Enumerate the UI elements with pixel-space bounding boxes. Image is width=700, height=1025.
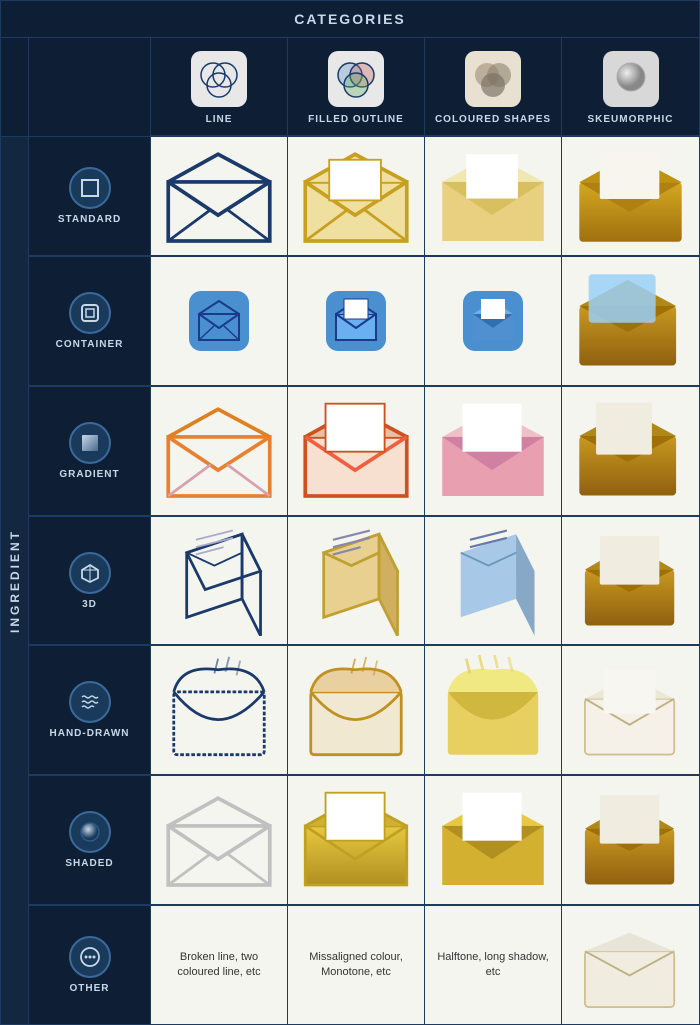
hand-drawn-icon <box>69 681 111 723</box>
row-standard: STANDARD <box>29 137 699 257</box>
coloured-shapes-col-icon <box>462 48 524 110</box>
cell-3d-coloured-shapes <box>425 517 562 646</box>
cell-container-coloured-shapes <box>425 257 562 386</box>
cell-other-line: Broken line, two coloured line, etc <box>151 906 288 1024</box>
line-col-icon <box>188 48 250 110</box>
cell-standard-coloured-shapes <box>425 137 562 256</box>
col-header-filled-outline: FILLED OUTLINE <box>288 38 425 136</box>
col-header-line: LINE <box>151 38 288 136</box>
rows-container: STANDARD <box>29 137 699 1024</box>
cell-other-skeumorphic <box>562 906 699 1024</box>
cell-gradient-line <box>151 387 288 516</box>
row-shaded: SHADED <box>29 776 699 906</box>
cell-shaded-coloured-shapes <box>425 776 562 905</box>
line-icon-svg <box>191 51 247 107</box>
categories-header: CATEGORIES <box>1 1 699 38</box>
cell-shaded-filled-outline <box>288 776 425 905</box>
container-icon <box>69 292 111 334</box>
main-table: CATEGORIES LINE <box>0 0 700 1025</box>
filled-outline-col-icon <box>325 48 387 110</box>
cell-gradient-coloured-shapes <box>425 387 562 516</box>
row-header-container: CONTAINER <box>29 257 151 386</box>
3d-icon <box>69 552 111 594</box>
standard-icon <box>69 167 111 209</box>
cell-standard-filled-outline <box>288 137 425 256</box>
cell-standard-line <box>151 137 288 256</box>
row-container: CONTAINER <box>29 257 699 387</box>
skeumorphic-col-icon <box>600 48 662 110</box>
cell-other-coloured-shapes: Halftone, long shadow, etc <box>425 906 562 1024</box>
row-header-gradient: GRADIENT <box>29 387 151 516</box>
cell-shaded-skeumorphic <box>562 776 699 905</box>
header-row: LINE FILLED OUTLINE <box>1 38 699 137</box>
row-header-other: OTHER <box>29 906 151 1024</box>
row-header-shaded: SHADED <box>29 776 151 905</box>
row-gradient: GRADIENT <box>29 387 699 517</box>
row-hand-drawn: HAND-DRAWN <box>29 646 699 776</box>
row-3d: 3D <box>29 517 699 647</box>
filled-outline-icon-svg <box>328 51 384 107</box>
skeumorphic-icon-svg <box>603 51 659 107</box>
cell-container-filled-outline <box>288 257 425 386</box>
ingredient-label-col: INGREDIENT <box>1 137 29 1024</box>
col-header-skeumorphic: SKEUMORPHIC <box>562 38 699 136</box>
cell-standard-skeumorphic <box>562 137 699 256</box>
gradient-icon <box>69 422 111 464</box>
data-section: INGREDIENT STANDARD <box>1 137 699 1024</box>
cell-gradient-skeumorphic <box>562 387 699 516</box>
cell-other-filled-outline: Missaligned colour, Monotone, etc <box>288 906 425 1024</box>
row-header-standard: STANDARD <box>29 137 151 256</box>
shaded-icon <box>69 811 111 853</box>
cell-gradient-filled-outline <box>288 387 425 516</box>
coloured-shapes-icon-svg <box>465 51 521 107</box>
corner-spacer-1 <box>1 38 29 136</box>
cell-3d-line <box>151 517 288 646</box>
col-header-coloured-shapes: COLOURED SHAPES <box>425 38 562 136</box>
row-header-3d: 3D <box>29 517 151 646</box>
cell-3d-filled-outline <box>288 517 425 646</box>
cell-container-line <box>151 257 288 386</box>
other-icon <box>69 936 111 978</box>
cell-3d-skeumorphic <box>562 517 699 646</box>
cell-shaded-line <box>151 776 288 905</box>
row-other: OTHER Broken line, two coloured line, et… <box>29 906 699 1024</box>
corner-spacer-2 <box>29 38 151 136</box>
cell-container-skeumorphic <box>562 257 699 386</box>
